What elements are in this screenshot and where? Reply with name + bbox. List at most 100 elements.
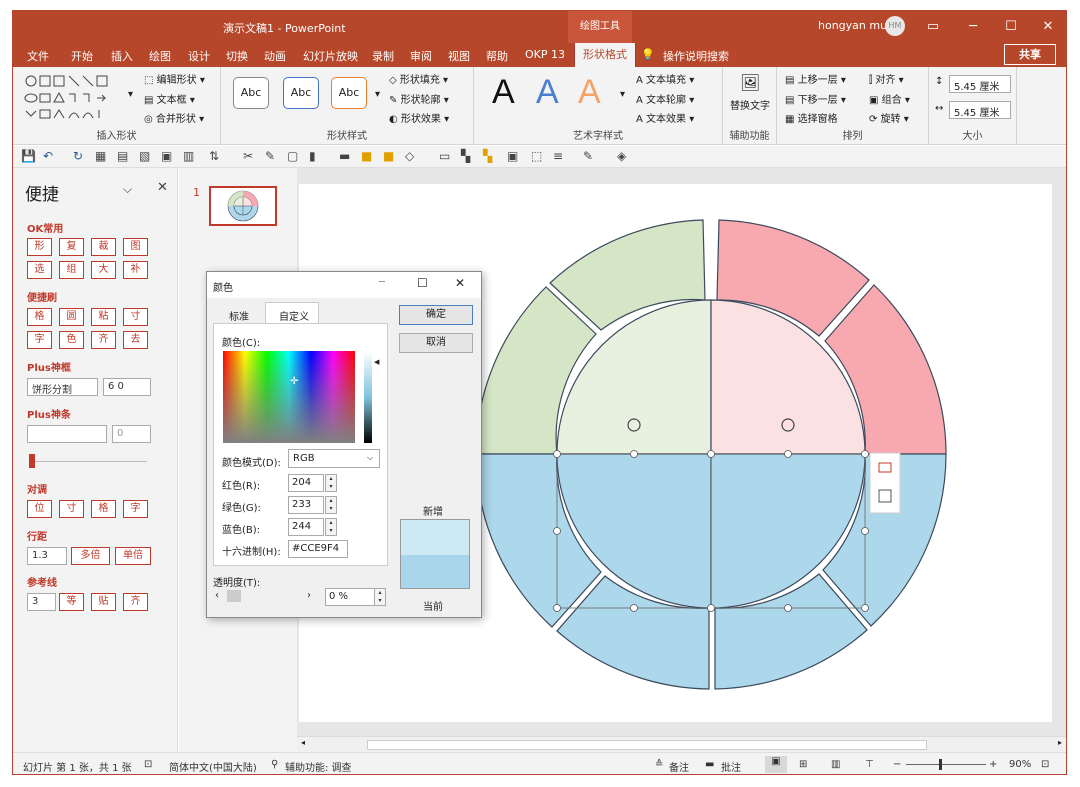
shapes-gallery[interactable] [23, 73, 133, 123]
height-field[interactable]: 5.45 厘米 [949, 75, 1011, 93]
maximize-icon[interactable]: ☐ [996, 15, 1026, 39]
alt-text-icon[interactable]: 🖼 [740, 73, 760, 92]
wordart-more-icon[interactable]: ▾ [620, 89, 625, 100]
shape-style-2[interactable]: Abc [283, 77, 319, 109]
tab-shape-format[interactable]: 形状格式 [574, 43, 636, 67]
tab-slideshow[interactable]: 幻灯片放映 [303, 48, 358, 64]
plus-bar-field[interactable] [27, 425, 107, 443]
qat-tool-icon[interactable]: ▦ [95, 149, 106, 163]
tab-home[interactable]: 开始 [71, 48, 93, 64]
user-name[interactable]: hongyan mu [818, 19, 887, 32]
zoom-slider[interactable] [906, 764, 986, 765]
avatar[interactable]: HM [885, 16, 905, 36]
shape-style-1[interactable]: Abc [233, 77, 269, 109]
slideshow-view-icon[interactable]: ⊤ [865, 759, 874, 770]
adjust-btn[interactable]: 字 [123, 500, 148, 518]
transparency-field[interactable]: 0 % [325, 588, 375, 606]
transparency-left-icon[interactable]: ‹ [215, 590, 219, 601]
undo-icon[interactable]: ↶ [43, 149, 53, 163]
luminance-arrow-icon[interactable]: ◀ [374, 358, 379, 366]
mode-select[interactable]: RGB ⌵ [288, 449, 380, 468]
qat-tool-icon[interactable]: ▚ [461, 149, 470, 163]
adjust-btn[interactable]: 格 [91, 500, 116, 518]
brush-btn[interactable]: 寸 [123, 308, 148, 326]
ok-button[interactable]: 确定 [399, 305, 473, 325]
gallery-more-icon[interactable]: ▾ [128, 89, 133, 100]
red-spinner[interactable]: ▴ ▾ [325, 474, 337, 492]
normal-view-icon[interactable]: ▣ [765, 756, 787, 773]
fill-color-icon[interactable]: ◈ [617, 149, 626, 163]
scroll-thumb[interactable] [367, 740, 927, 750]
close-icon[interactable]: ✕ [1033, 15, 1063, 39]
wordart-style-2[interactable]: A [536, 73, 559, 112]
plus-frame-number[interactable]: 6 0 [103, 378, 151, 396]
multiple-button[interactable]: 多倍 [71, 547, 110, 565]
plus-frame-field[interactable]: 饼形分割 [27, 378, 98, 396]
ok-btn[interactable]: 裁 [91, 238, 116, 256]
brush-btn[interactable]: 圆 [59, 308, 84, 326]
qat-tool-icon[interactable]: ◇ [405, 149, 414, 163]
brush-btn[interactable]: 格 [27, 308, 52, 326]
redo-icon[interactable]: ↻ [73, 149, 83, 163]
brush-btn[interactable]: 字 [27, 331, 52, 349]
minimize-icon[interactable]: ─ [958, 15, 988, 39]
comments-button[interactable]: 批注 [721, 759, 741, 774]
wordart-style-3[interactable]: A [578, 73, 601, 112]
text-outline-button[interactable]: A 文本轮廓 ▾ [636, 91, 694, 106]
guides-btn[interactable]: 齐 [123, 593, 148, 611]
adjust-btn[interactable]: 寸 [59, 500, 84, 518]
guides-btn[interactable]: 贴 [91, 593, 116, 611]
qat-tool-icon[interactable]: ■ [361, 149, 372, 163]
dialog-close-icon[interactable]: ✕ [455, 276, 465, 290]
styles-more-icon[interactable]: ▾ [375, 89, 380, 100]
qat-tool-icon[interactable]: ▢ [287, 149, 298, 163]
reading-view-icon[interactable]: ▥ [831, 759, 840, 770]
tab-record[interactable]: 录制 [372, 48, 394, 64]
qat-tool-icon[interactable]: ■ [383, 149, 394, 163]
sorter-view-icon[interactable]: ⊞ [799, 759, 807, 770]
qat-tool-icon[interactable]: ▣ [161, 149, 172, 163]
brush-btn[interactable]: 去 [123, 331, 148, 349]
textbox-button[interactable]: ▤ 文本框 ▾ [144, 91, 195, 106]
text-fill-button[interactable]: A 文本填充 ▾ [636, 71, 694, 86]
tab-draw[interactable]: 绘图 [149, 48, 171, 64]
tab-animations[interactable]: 动画 [264, 48, 286, 64]
accessibility-status[interactable]: 辅助功能: 调查 [285, 759, 352, 774]
align-button[interactable]: ⫿ 对齐 ▾ [869, 71, 904, 86]
qat-tool-icon[interactable]: ⬚ [531, 149, 542, 163]
notes-button[interactable]: 备注 [669, 759, 689, 774]
tab-transitions[interactable]: 切换 [226, 48, 248, 64]
close-pane-icon[interactable]: ✕ [157, 180, 168, 195]
green-field[interactable]: 233 [288, 496, 324, 514]
qat-tool-icon[interactable]: ▮ [309, 149, 316, 163]
share-button[interactable]: 共享 [1004, 44, 1056, 65]
transparency-right-icon[interactable]: › [307, 590, 311, 601]
zoom-level[interactable]: 90% [1009, 759, 1031, 770]
ribbon-display-icon[interactable]: ▭ [918, 15, 948, 39]
luminance-bar[interactable] [364, 351, 372, 443]
ok-btn[interactable]: 复 [59, 238, 84, 256]
brush-btn[interactable]: 粘 [91, 308, 116, 326]
red-field[interactable]: 204 [288, 474, 324, 492]
blue-field[interactable]: 244 [288, 518, 324, 536]
qat-tool-icon[interactable]: ⇅ [209, 149, 219, 163]
plus-bar-number[interactable]: 0 [112, 425, 151, 443]
ok-btn[interactable]: 大 [91, 261, 116, 279]
qat-tool-icon[interactable]: ▬ [339, 149, 350, 163]
group-button[interactable]: ▣ 组合 ▾ [869, 91, 910, 106]
scroll-right-icon[interactable]: ▸ [1058, 738, 1062, 747]
shape-outline-button[interactable]: ✎ 形状轮廓 ▾ [389, 91, 449, 106]
selection-pane-button[interactable]: ▦ 选择窗格 [785, 110, 838, 125]
language[interactable]: 简体中文(中国大陆) [169, 759, 257, 774]
shape-effects-button[interactable]: ◐ 形状效果 ▾ [389, 110, 449, 125]
tab-file[interactable]: 文件 [27, 48, 49, 64]
tab-okp[interactable]: OKP 13 [525, 48, 565, 61]
ok-btn[interactable]: 形 [27, 238, 52, 256]
tab-help[interactable]: 帮助 [486, 48, 508, 64]
qat-tool-icon[interactable]: ▥ [183, 149, 194, 163]
transparency-thumb[interactable] [227, 590, 241, 602]
zoom-in-icon[interactable]: + [989, 759, 997, 770]
qat-tool-icon[interactable]: ▣ [507, 149, 518, 163]
horizontal-scrollbar[interactable]: ◂ ▸ [297, 736, 1066, 752]
rotate-button[interactable]: ⟳ 旋转 ▾ [869, 110, 909, 125]
